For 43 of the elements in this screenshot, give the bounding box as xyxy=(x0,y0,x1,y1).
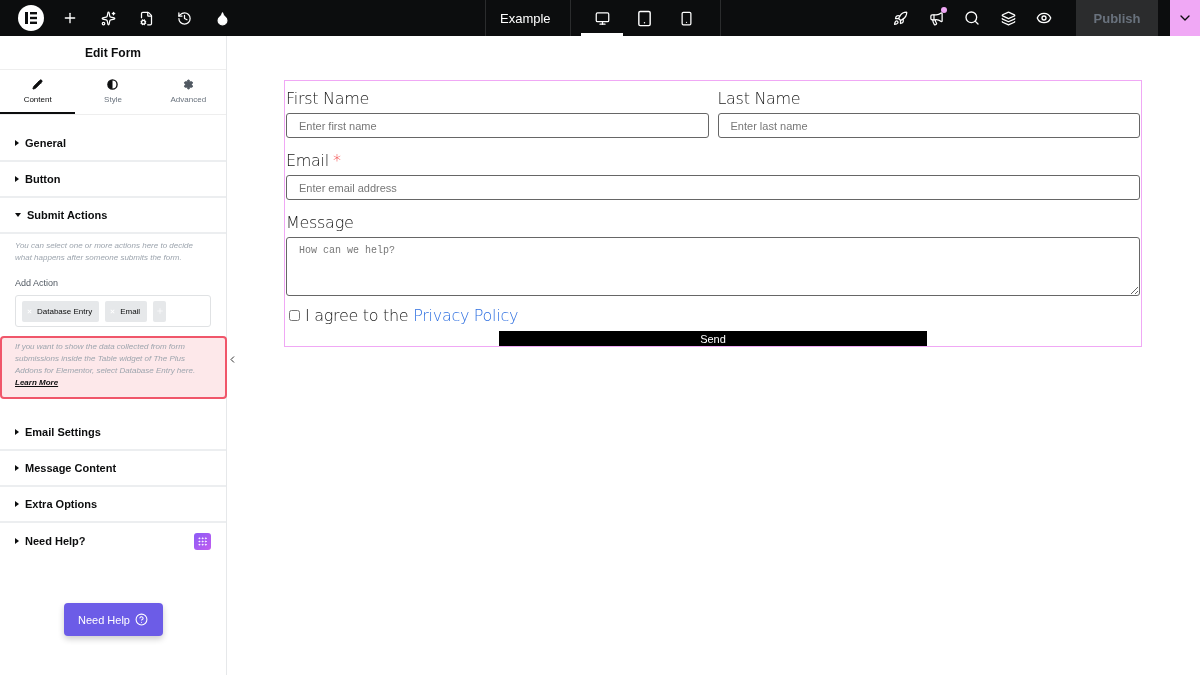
settings-icon xyxy=(182,78,194,90)
input-field[interactable]: Enter last name xyxy=(717,113,1140,138)
section-header[interactable]: Button xyxy=(0,162,226,198)
section-header[interactable]: General xyxy=(0,126,226,162)
required-mark: * xyxy=(332,150,341,170)
field-label: Email * xyxy=(286,149,342,172)
consent-text: I agree to the Privacy Policy xyxy=(305,306,519,325)
addon-badge-icon[interactable] xyxy=(194,532,211,550)
notice-text: If you want to show the data collected from form submissions inside the Table widget of The Plus Addons for Elementor, select Database Entry here. xyxy=(15,342,196,375)
section-header[interactable]: Submit Actions xyxy=(0,198,226,234)
message-field[interactable]: How can we help? xyxy=(286,237,1140,296)
action-tag[interactable]: Database Entry xyxy=(22,300,100,322)
section-header[interactable]: Need Help? xyxy=(0,523,226,559)
contrast-icon xyxy=(107,78,119,90)
panel-tab[interactable]: Content xyxy=(0,70,76,114)
publish-options-button[interactable] xyxy=(1170,0,1200,36)
section-header[interactable]: Extra Options xyxy=(0,487,226,523)
input-field[interactable]: Enter first name xyxy=(286,113,709,138)
privacy-policy-link[interactable]: Privacy Policy xyxy=(413,306,519,325)
document-selector[interactable]: Example xyxy=(485,0,571,36)
panel-tab[interactable]: Style xyxy=(75,70,151,114)
section-header[interactable]: Email Settings xyxy=(0,415,226,451)
monitor-icon xyxy=(594,10,610,26)
section-description: You can select one or more actions here to decide what happens after someone submits the form. xyxy=(15,240,194,264)
help-icon xyxy=(135,613,148,626)
field-label: Last Name xyxy=(717,87,802,110)
field-label: First Name xyxy=(286,87,370,110)
panel-tab[interactable]: Advanced xyxy=(150,70,226,114)
action-select-field[interactable]: Database Entry Email xyxy=(15,295,211,327)
panel-title: Edit Form xyxy=(0,36,226,70)
add-action-label: Add Action xyxy=(15,278,60,288)
field-label: Message xyxy=(286,211,355,234)
logo-icon[interactable] xyxy=(18,5,44,31)
phone-icon xyxy=(678,10,694,26)
pencil-icon xyxy=(32,78,44,90)
section-header[interactable]: Message Content xyxy=(0,451,226,487)
send-button[interactable]: Send xyxy=(499,331,927,346)
action-tag[interactable]: Email xyxy=(105,300,148,322)
tablet-icon xyxy=(635,9,653,27)
learn-more-link[interactable]: Learn More xyxy=(15,377,212,389)
input-field[interactable]: Enter email address xyxy=(286,175,1140,200)
need-help-button[interactable]: Need Help xyxy=(63,603,163,636)
consent-checkbox[interactable] xyxy=(289,310,300,321)
